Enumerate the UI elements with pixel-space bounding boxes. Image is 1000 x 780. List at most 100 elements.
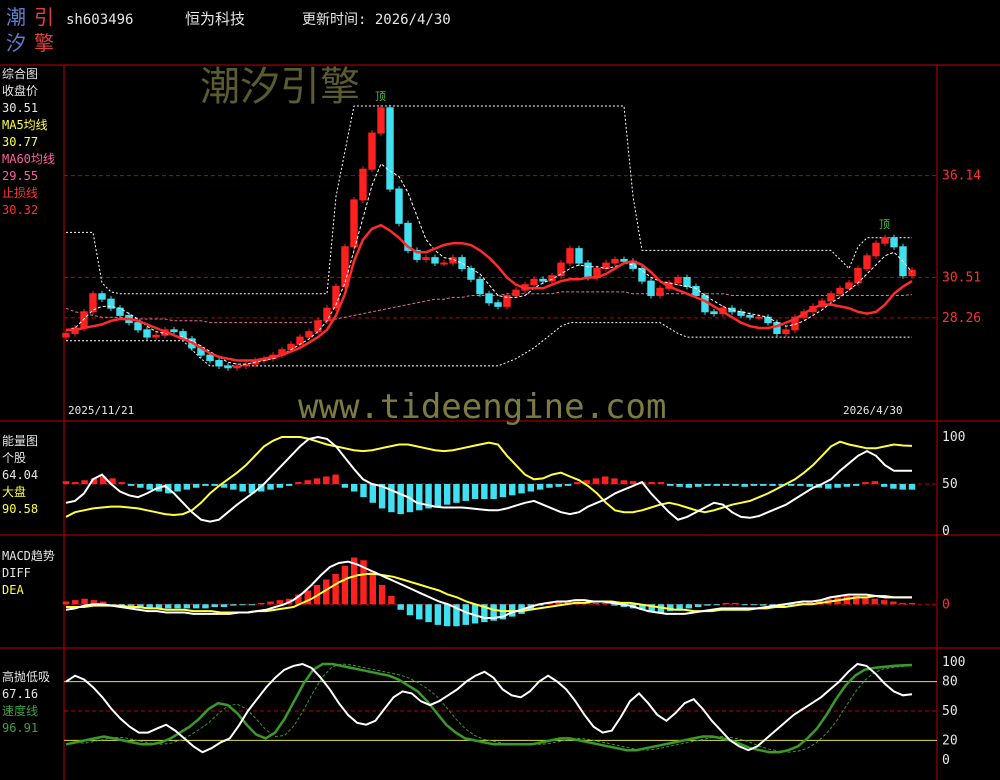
energy-bar [332,474,339,484]
energy-bar [657,482,665,484]
candle-body [620,258,628,262]
energy-bar [564,484,572,486]
legend-item: 个股 [2,451,26,465]
axis-tick-label: 100 [942,655,965,670]
date-start: 2025/11/21 [68,404,134,417]
energy-bar [118,482,125,484]
candle-body [440,262,448,265]
energy-bar [239,484,246,492]
legend-item: 30.77 [2,135,38,149]
macd-histogram-bar [890,601,897,605]
legend-item: DIFF [2,566,31,580]
candle-body [539,278,547,282]
energy-bar [685,484,693,488]
candle-body [854,267,862,284]
candle-body [836,287,844,295]
macd-histogram-bar [267,601,274,605]
candle-body [422,257,430,260]
legend-macd: MACD趋势 DIFF DEA [2,549,55,597]
energy-bar [481,484,488,500]
candle-body [566,248,574,264]
macd-histogram-bar [722,602,730,605]
energy-bar [648,482,655,484]
energy-bar [713,484,720,486]
logo-char-1: 潮 [6,5,26,29]
energy-bar [694,484,702,487]
energy-bar [574,482,581,484]
energy-bar [546,484,553,488]
legend-price: 综合图收盘价 30.51 MA5均线 30.77 MA60均线 29.55 止损线 30.32 [2,66,55,217]
energy-bar [267,484,274,490]
candle-body [755,316,763,319]
macd-histogram-bar [369,571,377,605]
energy-bar [899,484,906,490]
macd-histogram-bar [276,600,284,605]
candle-body [458,257,466,269]
legend-item: 速度线 [2,703,38,718]
energy-bar [323,476,330,484]
energy-bar [443,484,451,505]
macd-histogram-bar [230,604,237,606]
energy-bar [499,484,507,498]
candle-body [764,316,772,324]
macd-histogram-bar [713,604,720,606]
macd-histogram-bar [443,604,451,627]
date-end: 2026/4/30 [843,404,903,417]
candle-body [476,278,484,295]
energy-bar [202,484,209,486]
candle-body [80,311,88,329]
macd-histogram-bar [704,604,711,606]
energy-bar [722,484,730,486]
legend-item: 综合图 [2,66,38,81]
legend-item: MA60均线 [2,152,55,166]
macd-histogram-bar [332,574,339,605]
candle-body [431,257,439,264]
energy-bar [555,484,562,487]
macd-histogram-bar [192,604,200,609]
energy-bar [192,484,200,488]
watermark-url: www.tideengine.com [298,387,666,427]
candle-body [359,168,367,201]
macd-histogram-bar [72,600,79,605]
dea-line [66,573,912,614]
energy-bar [146,484,153,490]
energy-bar [890,484,897,489]
macd-histogram-bar [183,604,191,609]
legend-item: 96.91 [2,721,38,735]
macd-histogram-bar [406,604,414,616]
energy-bar [825,484,832,489]
energy-bar [797,484,804,486]
energy-bar [62,481,70,484]
candle-body [143,329,151,338]
macd-histogram-bar [425,604,432,623]
candle-body [881,237,889,244]
energy-bar [174,484,181,492]
energy-bar [806,484,813,487]
stock-name: 恒为科技 [185,10,245,28]
axis-tick-label: 50 [942,477,958,492]
macd-histogram-bar [397,604,404,610]
macd-histogram-bar [592,602,600,605]
macd-histogram-bar [741,604,748,606]
macd-histogram-bar [434,604,442,625]
macd-histogram-bar [62,601,70,605]
candle-body [710,311,718,315]
legend-item: MA5均线 [2,118,48,132]
energy-bar [629,481,637,484]
energy-bar [760,484,767,486]
candle-body [872,242,880,257]
energy-bar [527,484,535,492]
energy-bar [416,484,423,511]
macd-histogram-bar [694,604,702,607]
energy-bar [462,484,469,501]
diff-line [65,560,912,619]
energy-bar [490,484,497,500]
header: 潮 引 汐 擎 sh603496 恒为科技 更新时间: 2026/4/30 [6,5,451,55]
axis-tick-label: 28.26 [942,311,981,326]
macd-histogram-bar [880,600,888,605]
candle-body [674,276,682,284]
macd-histogram-bar [211,604,218,607]
energy-bar [741,484,748,487]
axis-tick-label: 20 [942,733,958,748]
energy-bar [341,484,349,488]
